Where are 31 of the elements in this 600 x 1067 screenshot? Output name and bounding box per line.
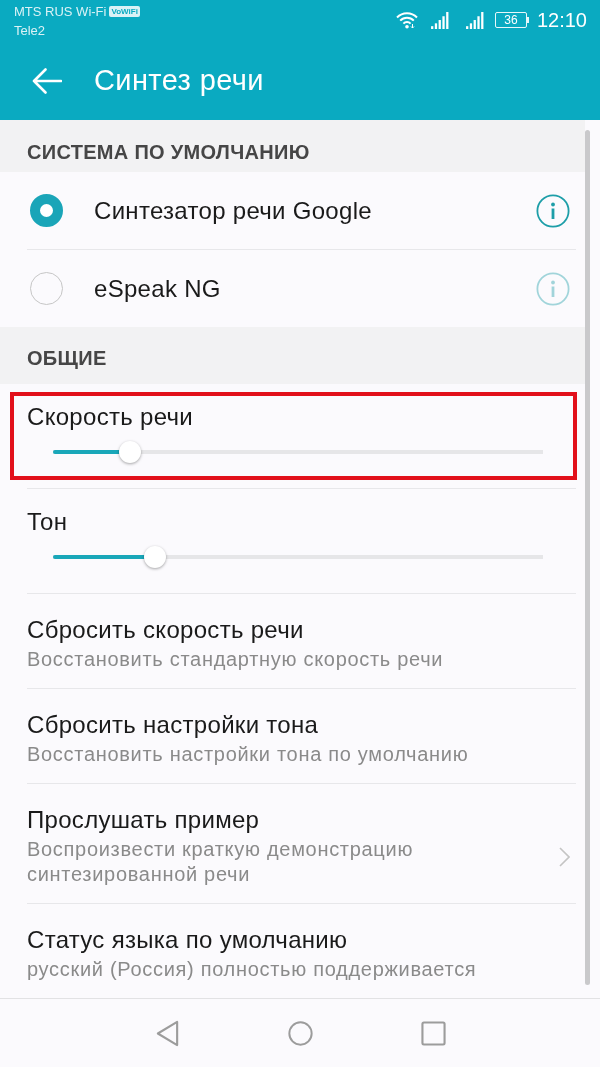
wifi-icon	[395, 11, 418, 29]
setting-description: Восстановить стандартную скорость речи	[27, 647, 444, 672]
home-icon[interactable]	[287, 1019, 313, 1047]
battery-indicator: 36	[494, 12, 529, 28]
slider-label: Скорость речи	[27, 404, 194, 430]
signal-icon	[465, 11, 485, 29]
nav-back-icon[interactable]	[154, 1019, 180, 1047]
slider-thumb[interactable]	[119, 441, 142, 463]
slider-label: Тон	[27, 509, 68, 535]
section-header: СИСТЕМА ПО УМОЛЧАНИЮ	[0, 120, 585, 172]
carrier-name: Tele2	[14, 22, 46, 39]
recent-apps-icon[interactable]	[420, 1019, 446, 1047]
slider-thumb[interactable]	[143, 546, 166, 568]
setting-description: Восстановить настройки тона по умолчанию	[27, 742, 469, 767]
setting-title[interactable]: Сбросить скорость речи	[27, 616, 304, 644]
radio-label: eSpeak NG	[94, 274, 222, 303]
screen-title: Синтез речи	[94, 64, 264, 97]
radio-button[interactable]	[30, 194, 63, 227]
setting-description: Воспроизвести краткую демонстрацию синтезированной речи	[27, 837, 415, 887]
carrier-badge: VoWiFi	[109, 6, 140, 17]
clock: 12:10	[536, 8, 587, 32]
info-icon[interactable]	[536, 193, 570, 228]
radio-label: Синтезатор речи Google	[94, 196, 373, 225]
section-header: ОБЩИЕ	[0, 327, 585, 384]
back-arrow-icon[interactable]	[32, 67, 62, 94]
setting-title[interactable]: Сбросить настройки тона	[27, 711, 319, 739]
setting-title[interactable]: Статус языка по умолчанию	[27, 926, 348, 954]
setting-description: русский (Россия) полностью поддерживается	[27, 957, 477, 982]
carrier-name: MTS RUS Wi-Fi	[14, 3, 107, 20]
signal-icon	[430, 11, 450, 29]
setting-title[interactable]: Прослушать пример	[27, 806, 260, 834]
